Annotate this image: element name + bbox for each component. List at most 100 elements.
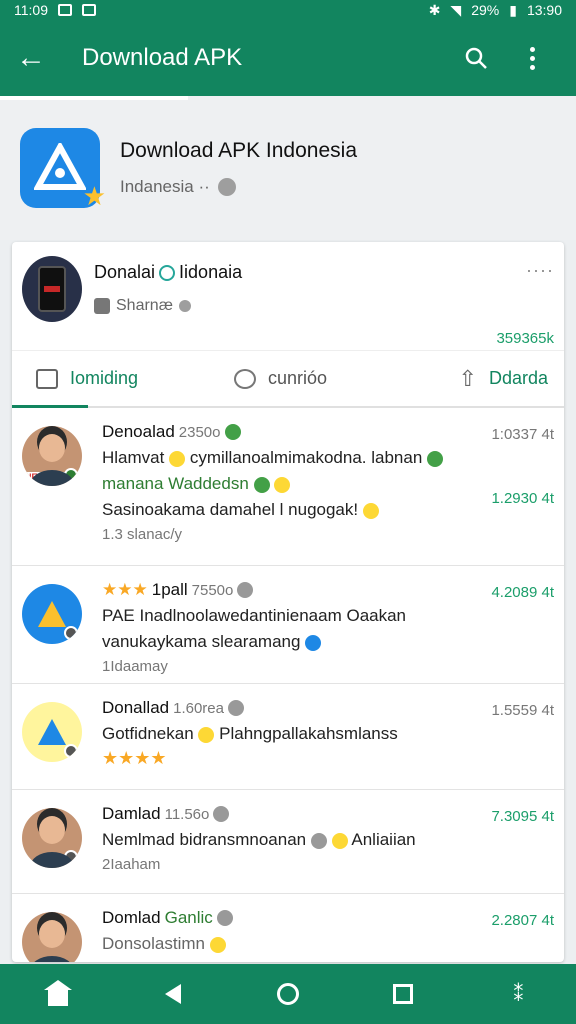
info-icon[interactable] <box>217 178 236 196</box>
feed-name-text: 1pall <box>151 580 188 599</box>
feed-line-text: Sasinoakama damahel l nugogak! <box>102 500 359 519</box>
tab-comments[interactable]: cunrióo <box>234 368 327 389</box>
feed-line: manana Waddedsn <box>102 474 554 494</box>
feed-meta: 1.60rea <box>173 699 224 717</box>
battery-icon: ▮ <box>509 1 517 18</box>
back-arrow-icon[interactable]: ← <box>16 41 56 75</box>
tab-label: Iomiding <box>70 368 139 388</box>
feed-line-text: Nemlmad bidransmnoanan <box>102 830 307 849</box>
emoji-icon <box>253 476 270 493</box>
feed-name: Denoalad 2350o <box>102 422 554 442</box>
info-icon <box>237 582 254 598</box>
feed-time: 1:0337 4t <box>491 426 554 443</box>
feed-line-text: manana Waddedsn <box>102 474 249 493</box>
feed-line: Hlamvat cymillanoalmimakodna. labnan <box>102 448 554 468</box>
tab-incoming[interactable]: Iomiding <box>36 368 138 389</box>
feed-item[interactable]: Damlad 11.56o 7.3095 4t Nemlmad bidransm… <box>12 790 564 894</box>
feed-line: Sasinoakama damahel l nugogak! <box>102 500 554 520</box>
feed-line-text: Plahngpallakahsmlanss <box>219 724 398 743</box>
search-icon[interactable] <box>448 46 504 70</box>
tab-label: Ddarda <box>488 368 548 388</box>
emoji-icon <box>427 450 444 467</box>
profile-stat: 359365k <box>496 330 554 347</box>
profile-name-text: Donalai <box>94 262 156 282</box>
home-circle-icon[interactable] <box>268 974 308 1014</box>
status-clock: 13:90 <box>526 2 562 18</box>
feed-item[interactable]: NEWSMAKE Denoalad 2350o 1:0337 4t 1.2930… <box>12 408 564 566</box>
title-underline <box>0 96 188 100</box>
app-name: Download APK Indonesia <box>120 139 357 162</box>
feed-name-text: Damlad <box>102 804 161 823</box>
back-icon[interactable] <box>153 974 193 1014</box>
feed-line-text: vanukaykama slearamang <box>102 632 301 651</box>
notification-icon <box>58 4 72 16</box>
emoji-icon <box>305 634 322 651</box>
tab-share[interactable]: ⇧ Ddarda <box>459 366 548 392</box>
feed-item[interactable]: Donallad 1.60rea 1.5559 4t Gotfidnekan P… <box>12 684 564 790</box>
feed-name-text: Denoalad <box>102 422 175 441</box>
profile-name: Donalai Iidonaia <box>94 262 242 283</box>
feed-sub: 1.3 slanac/y <box>102 526 183 543</box>
feed-amount: 2.2807 4t <box>491 912 554 929</box>
badge-icon <box>64 850 78 864</box>
badge-icon <box>64 744 78 758</box>
app-bar: ← Download APK <box>0 20 576 100</box>
bluetooth-icon: ✱ <box>428 1 441 18</box>
status-bar: 11:09 ✱ ◥ 29% ▮ 13:90 <box>0 0 576 20</box>
recents-icon[interactable] <box>383 974 423 1014</box>
app-subtitle: Indanesia ·· <box>120 177 357 197</box>
accessibility-icon[interactable]: ⁑ <box>498 974 538 1014</box>
rating-stars: ★★★★ <box>102 748 167 768</box>
badge-icon <box>64 626 78 640</box>
info-icon <box>213 806 230 822</box>
star-icon: ★ <box>82 181 106 211</box>
avatar[interactable] <box>22 702 82 762</box>
phone-avatar[interactable] <box>22 256 82 322</box>
share-label: Sharnæ <box>116 297 173 314</box>
feed-line-text: Gotfidnekan <box>102 724 194 743</box>
feed-card: Donalai Iidonaia Sharnæ ···· 359365k Iom… <box>12 242 564 962</box>
tab-bar: Iomiding cunrióo ⇧ Ddarda <box>12 350 564 408</box>
feed-amount: 4.2089 4t <box>491 584 554 601</box>
emoji-icon <box>209 936 226 953</box>
avatar[interactable] <box>22 912 82 962</box>
feed-line: Gotfidnekan Plahngpallakahsmlanss <box>102 724 554 744</box>
feed-line: Nemlmad bidransmnoanan Anliaiian <box>102 830 554 850</box>
emoji-icon <box>362 502 379 519</box>
bottom-nav: ⁑ <box>0 964 576 1024</box>
emoji-icon <box>274 476 291 493</box>
info-icon <box>227 700 244 716</box>
avatar[interactable] <box>22 808 82 868</box>
feed-name: Domlad Ganlic <box>102 908 554 928</box>
app-header: ★ Download APK Indonesia Indanesia ·· <box>0 96 576 240</box>
app-logo[interactable]: ★ <box>20 128 106 211</box>
photo-icon <box>82 4 96 16</box>
feed-line-text: Anliaiian <box>351 830 416 849</box>
feed-line-text: Hlamvat <box>102 448 165 467</box>
share-info-icon <box>178 300 191 312</box>
feed-item[interactable]: ★★★ 1pall 7550o 4.2089 4t PAE Inadlnoola… <box>12 566 564 684</box>
feed-sub: 1Idaamay <box>102 658 168 675</box>
avatar[interactable] <box>22 584 82 644</box>
feed-sub: 2Iaaham <box>102 856 161 873</box>
verified-icon <box>159 264 176 281</box>
feed-name: Donallad 1.60rea <box>102 698 554 718</box>
wifi-icon: ◥ <box>450 1 462 18</box>
emoji-icon <box>198 726 215 743</box>
profile-header: Donalai Iidonaia Sharnæ ···· 359365k <box>12 242 564 350</box>
info-icon <box>216 910 233 926</box>
feed-meta: 2350o <box>178 423 221 441</box>
home-icon[interactable] <box>38 974 78 1014</box>
feed-line-text: cymillanoalmimakodna. labnan <box>189 448 423 467</box>
avatar[interactable]: NEWSMAKE <box>22 426 82 486</box>
feed-name: ★★★ 1pall 7550o <box>102 580 554 600</box>
profile-name-suffix: Iidonaia <box>179 262 243 282</box>
checkbox-icon <box>36 368 58 389</box>
feed-line: vanukaykama slearamang <box>102 632 554 652</box>
feed-item[interactable]: Domlad Ganlic 2.2807 4t Donsolastimn <box>12 894 564 962</box>
feed-line-text: Donsolastimn <box>102 934 205 953</box>
share-row[interactable]: Sharnæ <box>94 297 242 315</box>
more-dots-icon[interactable]: ···· <box>526 260 554 281</box>
feed-name-highlight: Ganlic <box>164 908 213 927</box>
more-options-icon[interactable] <box>504 46 560 70</box>
